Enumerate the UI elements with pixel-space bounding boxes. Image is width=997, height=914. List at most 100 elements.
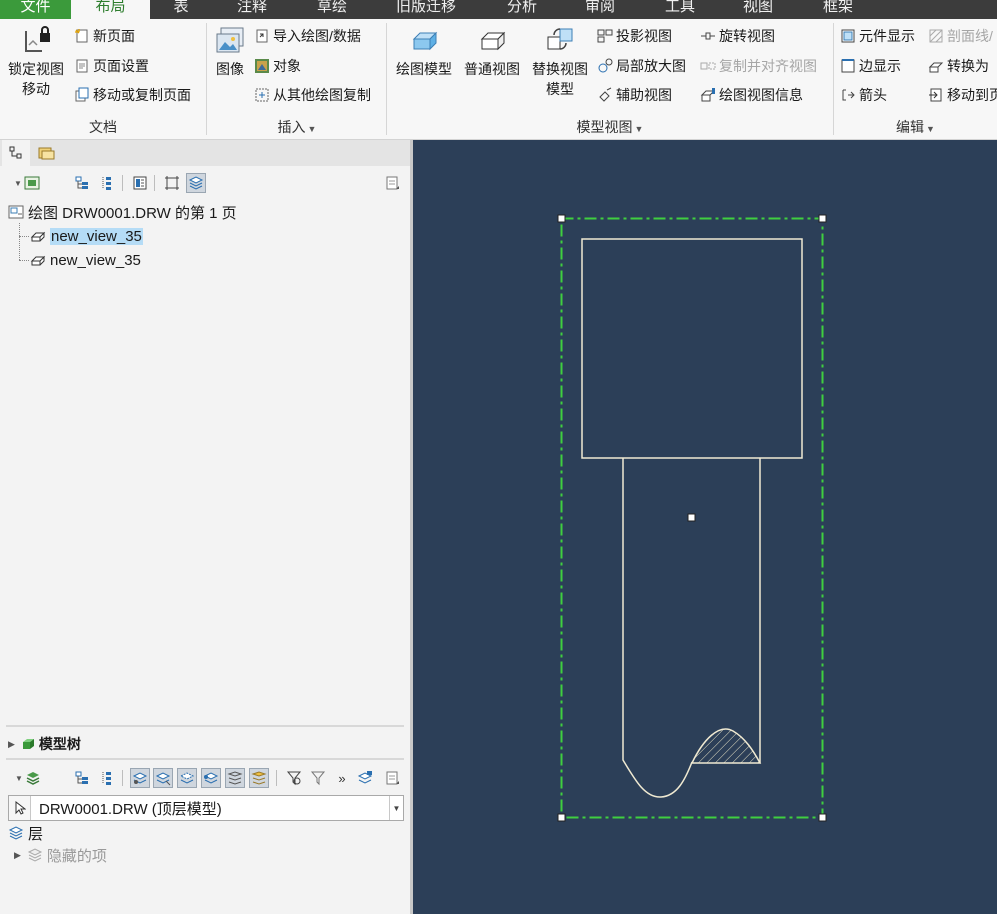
component-display-button[interactable]: 元件显示	[840, 25, 915, 47]
layer-tab[interactable]	[32, 140, 60, 166]
auxiliary-view-button[interactable]: 辅助视图	[597, 84, 672, 106]
show-menu-button[interactable]: ▼	[10, 173, 44, 193]
drawing-canvas[interactable]	[413, 140, 997, 914]
tab-tools[interactable]: 工具	[652, 0, 708, 19]
layer-isolate-button[interactable]	[177, 768, 197, 788]
toolbar-separator	[122, 770, 123, 786]
panel-tabs	[0, 140, 410, 166]
import-drawing-data-button[interactable]: 导入绘图/数据	[254, 25, 361, 47]
resize-handle[interactable]	[818, 813, 827, 822]
drawing-view-info-button[interactable]: 绘图视图信息	[700, 84, 803, 106]
convert-to-button[interactable]: 转换为	[928, 55, 989, 77]
view-properties-button[interactable]	[130, 173, 150, 193]
page-setup-button[interactable]: 页面设置	[74, 55, 149, 77]
chevron-down-icon[interactable]: ▼	[389, 796, 403, 820]
model-select-combo[interactable]: DRW0001.DRW (顶层模型) ▼	[8, 795, 404, 821]
layer-select-button[interactable]	[201, 768, 221, 788]
tree-item-view[interactable]: new_view_35	[30, 249, 141, 271]
filter-button[interactable]	[308, 768, 328, 788]
layer-show-button[interactable]	[130, 768, 150, 788]
projection-view-button[interactable]: 投影视图	[597, 25, 672, 47]
layer-stack-button[interactable]	[225, 768, 245, 788]
object-button[interactable]: 对象	[254, 55, 301, 77]
tab-sketch[interactable]: 草绘	[302, 0, 362, 19]
tab-legacy-migration[interactable]: 旧版迁移	[386, 0, 466, 19]
model-select-value: DRW0001.DRW (顶层模型)	[39, 800, 222, 818]
layers-icon	[8, 826, 24, 840]
convert-icon	[928, 62, 944, 73]
tab-layout[interactable]: 布局	[71, 0, 150, 19]
new-page-button[interactable]: 新页面	[74, 25, 135, 47]
layer-highlight-button[interactable]	[249, 768, 269, 788]
general-view-button[interactable]: 普通视图	[460, 25, 524, 79]
collapse-triangle-icon: ▶	[8, 738, 15, 749]
drawing-sheet	[557, 214, 827, 822]
component-display-icon	[841, 29, 855, 43]
tab-table[interactable]: 表	[158, 0, 204, 19]
layer-toolbar: ▼ »	[0, 766, 410, 790]
drawing-model-button[interactable]: 绘图模型	[392, 25, 456, 79]
tab-annotate[interactable]: 注释	[222, 0, 282, 19]
detailed-view-button[interactable]: 局部放大图	[597, 55, 686, 77]
resize-handle[interactable]	[557, 214, 566, 223]
edge-display-button[interactable]: 边显示	[840, 55, 901, 77]
tree-settings-button[interactable]	[382, 173, 402, 193]
sheet-frame-button[interactable]	[162, 173, 182, 193]
tool-body-outline	[622, 458, 693, 798]
revolved-view-button[interactable]: 旋转视图	[700, 25, 775, 47]
settings-doc-icon	[386, 771, 399, 785]
resize-handle[interactable]	[818, 214, 827, 223]
section-line-button[interactable]: 剖面线/	[928, 25, 993, 47]
drawing-tree-tab[interactable]	[2, 140, 30, 166]
move-to-page-button[interactable]: 移动到页	[928, 84, 997, 106]
layer-select-icon	[203, 772, 219, 784]
tree-icon	[9, 146, 22, 159]
layer-properties-icon	[357, 771, 373, 784]
expand-tree-button[interactable]	[72, 173, 92, 193]
group-label-model-views[interactable]: 模型视图 ▼	[387, 117, 833, 137]
tab-analysis[interactable]: 分析	[494, 0, 550, 19]
hidden-layer-icon	[27, 848, 43, 862]
general-view-icon	[480, 31, 506, 51]
layer-hide-icon	[155, 772, 171, 786]
tree-item-view[interactable]: new_view_35	[30, 225, 143, 247]
more-tools-button[interactable]: »	[332, 768, 352, 788]
layer-toggle-button[interactable]	[186, 173, 206, 193]
layers-root-item[interactable]: 层	[8, 822, 43, 844]
tree-connector	[19, 236, 29, 237]
drawing-page-icon	[8, 205, 24, 219]
tab-framework[interactable]: 框架	[810, 0, 866, 19]
tab-file[interactable]: 文件	[0, 0, 71, 19]
group-label-insert[interactable]: 插入 ▼	[207, 117, 387, 137]
arrow-button[interactable]: 箭头	[840, 84, 887, 106]
replace-view-model-button[interactable]: 替换视图 模型	[528, 25, 592, 99]
layer-columns-button[interactable]	[96, 768, 116, 788]
tab-review[interactable]: 审阅	[572, 0, 628, 19]
folder-layers-icon	[38, 147, 55, 160]
layer-menu-button[interactable]: ▼	[10, 768, 46, 788]
detailed-view-icon	[598, 58, 613, 73]
pointer-icon[interactable]	[9, 796, 31, 820]
layer-hide-button[interactable]	[153, 768, 173, 788]
hidden-items-node[interactable]: ▶ 隐藏的项	[14, 844, 107, 866]
resize-handle[interactable]	[557, 813, 566, 822]
image-button[interactable]: 图像	[210, 25, 250, 79]
view-icon	[30, 255, 46, 266]
view-origin-handle[interactable]	[687, 513, 696, 522]
lock-view-move-button[interactable]: 锁定视图 移动	[4, 25, 68, 99]
copy-align-view-button[interactable]: 复制并对齐视图	[700, 55, 817, 77]
tab-view[interactable]: 视图	[730, 0, 786, 19]
layer-settings-button[interactable]	[382, 768, 402, 788]
section-hatch-area	[690, 728, 762, 764]
menu-bar: 文件 布局 表 注释 草绘 旧版迁移 分析 审阅 工具 视图 框架	[0, 0, 997, 19]
expand-layers-button[interactable]	[72, 768, 92, 788]
group-label-edit[interactable]: 编辑 ▼	[834, 117, 997, 137]
copy-from-other-drawing-button[interactable]: 从其他绘图复制	[254, 84, 371, 106]
move-copy-page-button[interactable]: 移动或复制页面	[74, 84, 191, 106]
tree-columns-button[interactable]	[96, 173, 116, 193]
expand-tree-icon	[75, 176, 88, 189]
layer-properties-button[interactable]	[355, 768, 375, 788]
filter-clear-button[interactable]	[284, 768, 304, 788]
tree-root-item[interactable]: 绘图 DRW0001.DRW 的第 1 页	[8, 201, 237, 223]
model-tree-header[interactable]: ▶ 模型树	[8, 732, 81, 756]
